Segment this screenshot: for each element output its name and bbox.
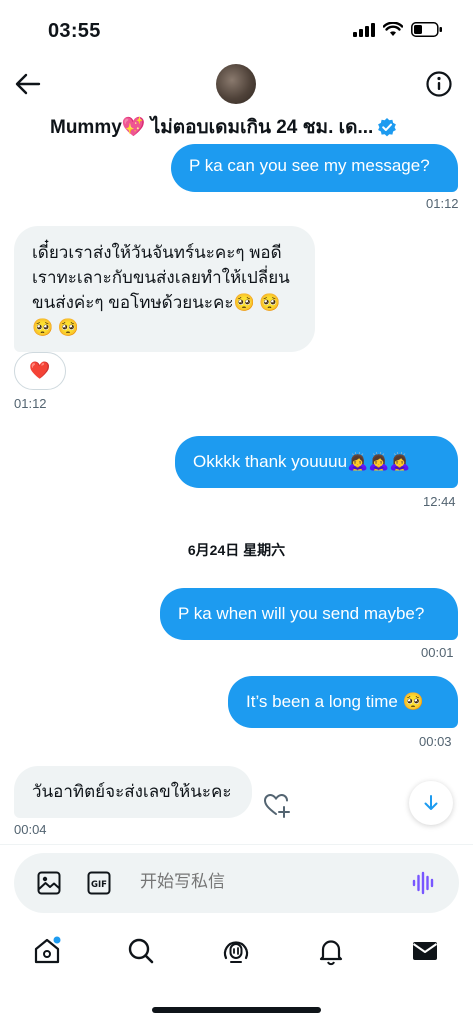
status-time: 03:55 [48,20,101,42]
message-bubble-incoming[interactable]: เดี๋ยวเราส่งให้วันจันทร์นะคะๆ พอดีเราทะเ… [14,226,315,352]
notifications-icon [319,940,343,966]
message-text: Okkkk thank youuuu🙇‍♀️🙇‍♀️🙇‍♀️ [193,452,411,471]
messages-icon [412,942,438,960]
voice-message-button[interactable] [411,870,437,896]
message-timestamp: 01:12 [14,396,47,411]
date-separator: 6月24日 星期六 [187,542,286,558]
contact-name: Mummy💖 ไม่ตอบเดมเกิน 24 ชม. เด... [50,117,374,138]
status-icons [353,22,443,37]
message-timestamp: 00:01 [421,645,454,660]
message-bubble-incoming[interactable]: วันอาทิตย์จะส่งเลขให้นะคะ [14,766,252,818]
message-timestamp: 00:03 [419,734,452,749]
contact-avatar[interactable] [216,64,256,104]
conversation-header: Mummy💖 ไม่ตอบเดมเกิน 24 ชม. เด... [0,60,473,144]
svg-text:GIF: GIF [91,880,107,890]
message-timestamp: 01:12 [426,196,459,211]
tab-home[interactable] [32,936,62,966]
message-list[interactable]: P ka can you see my message? 01:12 เดี๋ย… [0,144,473,844]
message-bubble-outgoing[interactable]: P ka can you see my message? [171,144,458,192]
home-icon [34,936,61,964]
back-button[interactable] [12,68,44,100]
search-icon [128,938,154,964]
arrow-left-icon [15,73,41,95]
arrow-down-icon [424,795,438,810]
battery-icon [411,22,442,37]
info-icon [426,71,452,97]
message-input[interactable] [140,872,380,892]
composer-divider [0,844,473,845]
tab-messages[interactable] [410,936,440,966]
message-timestamp: 00:04 [14,822,47,837]
voice-waveform-icon [412,871,434,895]
tab-spaces[interactable] [221,936,251,966]
message-bubble-outgoing[interactable]: It’s been a long time 🥺 [228,676,458,728]
heart-reaction: ❤️ [29,361,51,380]
message-reaction[interactable]: ❤️ [14,352,66,390]
conversation-info-button[interactable] [425,70,453,98]
message-bubble-outgoing[interactable]: Okkkk thank youuuu🙇‍♀️🙇‍♀️🙇‍♀️ [175,436,458,488]
add-gif-button[interactable]: GIF [86,870,112,896]
add-image-button[interactable] [36,870,62,896]
home-indicator [152,1007,321,1013]
scroll-to-bottom-button[interactable] [409,781,453,825]
message-text: It’s been a long time 🥺 [246,692,424,711]
message-bubble-outgoing[interactable]: P ka when will you send maybe? [160,588,458,640]
verified-badge-icon [378,118,397,137]
gif-icon: GIF [87,871,111,895]
bottom-tab-bar [0,924,473,984]
image-icon [37,871,61,895]
wifi-icon [383,22,403,36]
tab-search[interactable] [126,936,156,966]
add-reaction-button[interactable] [262,790,292,820]
message-composer: GIF [14,853,459,913]
status-bar: 03:55 [0,0,473,60]
message-text: P ka when will you send maybe? [178,604,425,623]
spaces-icon [223,941,249,963]
contact-name-row[interactable]: Mummy💖 ไม่ตอบเดมเกิน 24 ชม. เด... [50,112,450,142]
heart-plus-icon [263,793,290,818]
message-text: เดี๋ยวเราส่งให้วันจันทร์นะคะๆ พอดีเราทะเ… [32,243,290,337]
message-timestamp: 12:44 [423,494,456,509]
message-text: P ka can you see my message? [189,156,430,175]
message-text: วันอาทิตย์จะส่งเลขให้นะคะ [32,782,232,801]
cellular-signal-icon [353,22,375,37]
tab-notifications[interactable] [316,936,346,966]
